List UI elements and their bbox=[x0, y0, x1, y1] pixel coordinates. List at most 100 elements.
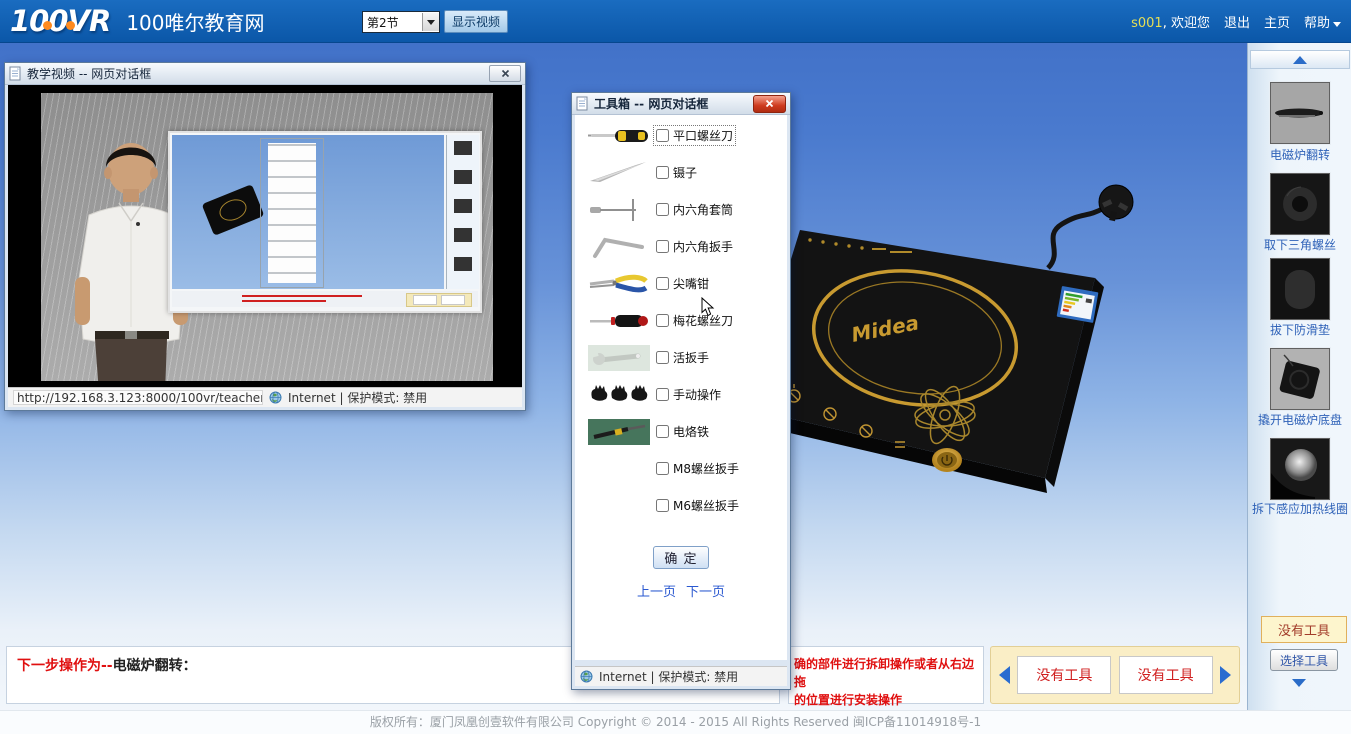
step-thumbnail-remove-coil[interactable] bbox=[1270, 438, 1330, 500]
step-thumbnail-remove-screw[interactable] bbox=[1270, 173, 1330, 235]
mouse-cursor bbox=[701, 297, 715, 317]
mini-sidebar bbox=[446, 135, 479, 289]
video-dialog-titlebar[interactable]: 教学视频 -- 网页对话框 bbox=[5, 63, 525, 85]
header-bar: 100VR 100唯尔教育网 第2节 显示视频 s001, 欢迎您 退出 主页 … bbox=[0, 0, 1351, 43]
dropdown-arrow-icon[interactable] bbox=[422, 13, 439, 31]
tool-row: 平口螺丝刀 bbox=[575, 117, 787, 154]
toolbox-dialog-titlebar[interactable]: 工具箱 -- 网页对话框 bbox=[572, 93, 790, 115]
needle-nose-pliers-image bbox=[575, 271, 654, 297]
step-label[interactable]: 撬开电磁炉底盘 bbox=[1248, 411, 1351, 428]
step-thumbnail-flip-cooker[interactable] bbox=[1270, 82, 1330, 144]
top-nav: s001, 欢迎您 退出 主页 帮助 bbox=[1131, 0, 1341, 42]
tool-label: 内六角套筒 bbox=[673, 201, 733, 218]
tool-row: 镊子 bbox=[575, 154, 787, 191]
hint-line-2: 的位置进行安装操作 bbox=[794, 691, 981, 709]
next-step-prefix: 下一步操作为-- bbox=[17, 658, 113, 674]
status-url: http://192.168.3.123:8000/100vr/teacher/… bbox=[13, 390, 263, 405]
tool-label: 电烙铁 bbox=[673, 423, 709, 440]
site-name: 100唯尔教育网 bbox=[126, 7, 264, 36]
help-link[interactable]: 帮助 bbox=[1304, 12, 1341, 31]
slot-prev-arrow[interactable] bbox=[999, 666, 1010, 684]
pager: 上一页 下一页 bbox=[575, 581, 787, 600]
globe-icon bbox=[269, 391, 282, 404]
step-label[interactable]: 拔下防滑垫 bbox=[1248, 321, 1351, 338]
tool-row: 内六角扳手 bbox=[575, 228, 787, 265]
tool-row: 手动操作 bbox=[575, 376, 787, 413]
security-zone-text: Internet | 保护模式: 禁用 bbox=[288, 389, 427, 406]
prev-page-link[interactable]: 上一页 bbox=[637, 581, 676, 600]
tool-checkbox-m8-wrench[interactable] bbox=[656, 462, 669, 475]
tool-checkbox-tweezers[interactable] bbox=[656, 166, 669, 179]
hint-line-1: 确的部件进行拆卸操作或者从右边拖 bbox=[794, 655, 981, 691]
tool-checkbox-hex-key[interactable] bbox=[656, 240, 669, 253]
step-thumbnail-pry-base[interactable] bbox=[1270, 348, 1330, 410]
logo-dot-icon bbox=[66, 21, 75, 30]
tool-row: 活扳手 bbox=[575, 339, 787, 376]
tool-checkbox-torx-screwdriver[interactable] bbox=[656, 314, 669, 327]
video-screen-content bbox=[168, 131, 482, 313]
tool-row: 尖嘴钳 bbox=[575, 265, 787, 302]
tool-row: 梅花螺丝刀 bbox=[575, 302, 787, 339]
tool-label: 平口螺丝刀 bbox=[673, 127, 733, 144]
app-root: 100VR 100唯尔教育网 第2节 显示视频 s001, 欢迎您 退出 主页 … bbox=[0, 0, 1351, 734]
confirm-button[interactable]: 确 定 bbox=[653, 546, 709, 569]
step-thumbnail-remove-pad[interactable] bbox=[1270, 258, 1330, 320]
logo-text: 100VR bbox=[10, 4, 110, 38]
section-dropdown[interactable]: 第2节 bbox=[362, 11, 440, 33]
logout-link[interactable]: 退出 bbox=[1224, 12, 1250, 31]
tool-slot-1[interactable]: 没有工具 bbox=[1017, 656, 1111, 694]
logo-dot-icon bbox=[43, 21, 52, 30]
cooker-top-face bbox=[745, 230, 1095, 478]
tool-slot-2[interactable]: 没有工具 bbox=[1119, 656, 1213, 694]
toolbox-dialog: 工具箱 -- 网页对话框 平口螺丝刀 bbox=[571, 92, 791, 690]
mini-slot-panel bbox=[406, 293, 472, 307]
tool-label: 镊子 bbox=[673, 164, 697, 181]
home-link[interactable]: 主页 bbox=[1264, 12, 1290, 31]
next-step-value: 电磁炉翻转： bbox=[113, 658, 197, 674]
tool-label: 手动操作 bbox=[673, 386, 721, 403]
document-icon bbox=[9, 66, 22, 81]
footer: 版权所有：厦门凤凰创壹软件有限公司 Copyright © 2014 - 201… bbox=[0, 710, 1351, 734]
tool-checkbox-pliers[interactable] bbox=[656, 277, 669, 290]
arrow-down-icon bbox=[1292, 679, 1306, 706]
no-tool-indicator[interactable]: 没有工具 bbox=[1261, 616, 1347, 643]
tool-checkbox-soldering-iron[interactable] bbox=[656, 425, 669, 438]
torx-screwdriver-image bbox=[575, 308, 654, 334]
flat-screwdriver-image bbox=[575, 123, 654, 149]
scroll-down-button[interactable] bbox=[1292, 687, 1306, 706]
step-label[interactable]: 电磁炉翻转 bbox=[1248, 146, 1351, 163]
step-label[interactable]: 拆下感应加热线圈 bbox=[1248, 500, 1351, 517]
tool-checkbox-flat-screwdriver[interactable] bbox=[656, 129, 669, 142]
hex-socket-t-handle-image bbox=[575, 197, 654, 223]
energy-label bbox=[1057, 286, 1099, 323]
tool-checkbox-manual[interactable] bbox=[656, 388, 669, 401]
tool-label: 内六角扳手 bbox=[673, 238, 733, 255]
mini-toolbox-dialog bbox=[260, 138, 324, 288]
tool-checkbox-m6-wrench[interactable] bbox=[656, 499, 669, 512]
close-button[interactable] bbox=[753, 95, 786, 113]
close-button[interactable] bbox=[489, 65, 521, 82]
section-dropdown-value: 第2节 bbox=[363, 14, 422, 31]
tool-label: M6螺丝扳手 bbox=[673, 497, 739, 514]
tool-checkbox-wrench[interactable] bbox=[656, 351, 669, 364]
mini-bottom-bar bbox=[172, 291, 478, 307]
power-button[interactable] bbox=[932, 448, 962, 472]
video-frame bbox=[41, 93, 493, 381]
step-label[interactable]: 取下三角螺丝 bbox=[1248, 236, 1351, 253]
hands-image bbox=[575, 382, 654, 408]
video-player[interactable] bbox=[8, 85, 522, 389]
show-video-button[interactable]: 显示视频 bbox=[444, 10, 508, 33]
tool-row: 电烙铁 bbox=[575, 413, 787, 450]
scroll-up-button[interactable] bbox=[1250, 50, 1350, 69]
tool-row: M6螺丝扳手 bbox=[575, 487, 787, 524]
arrow-up-icon bbox=[1293, 56, 1307, 64]
logo[interactable]: 100VR bbox=[10, 4, 110, 38]
tool-checkbox-hex-socket[interactable] bbox=[656, 203, 669, 216]
toolbox-content: 平口螺丝刀 镊子 bbox=[575, 115, 787, 660]
next-page-link[interactable]: 下一页 bbox=[686, 581, 725, 600]
select-tool-button[interactable]: 选择工具 bbox=[1270, 649, 1338, 671]
slot-next-arrow[interactable] bbox=[1220, 666, 1231, 684]
tool-row: 内六角套筒 bbox=[575, 191, 787, 228]
video-dialog-title: 教学视频 -- 网页对话框 bbox=[27, 65, 151, 82]
tool-label: M8螺丝扳手 bbox=[673, 460, 739, 477]
